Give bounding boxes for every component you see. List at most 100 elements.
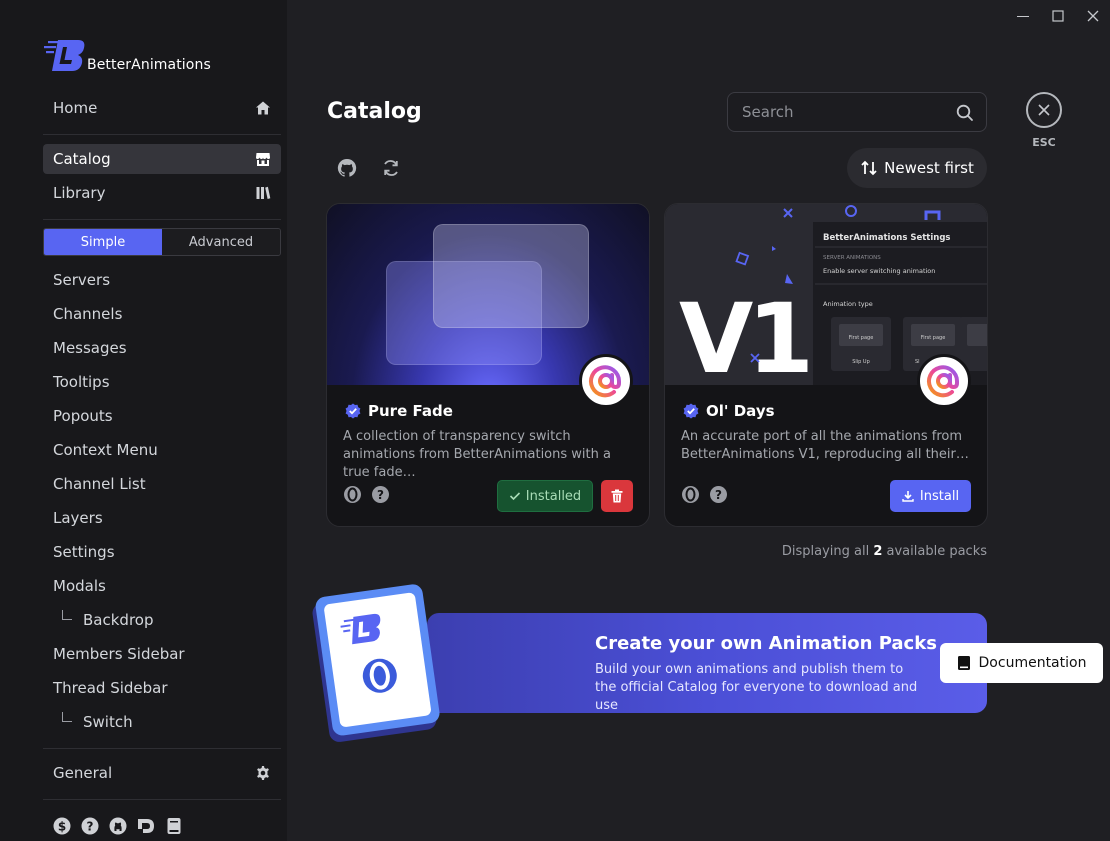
nav-backdrop[interactable]: Backdrop [62, 605, 281, 635]
sort-button[interactable]: Newest first [847, 148, 987, 188]
store-icon [256, 153, 270, 166]
pack-description: An accurate port of all the animations f… [681, 429, 969, 462]
nav-catalog-label: Catalog [53, 150, 111, 168]
verified-icon [345, 403, 361, 419]
app-name: BetterAnimations [87, 57, 211, 73]
nav-switch-label: Switch [83, 713, 133, 731]
pack-card[interactable]: Pure Fade A collection of transparency s… [326, 203, 650, 527]
tree-elbow [62, 610, 72, 620]
svg-text:?: ? [87, 820, 94, 834]
nav-switch[interactable]: Switch [62, 707, 281, 737]
mode-toggle: Simple Advanced [43, 228, 281, 256]
at-sign-icon [589, 365, 621, 398]
verified-icon [683, 403, 699, 419]
maximize-icon[interactable] [1050, 8, 1066, 24]
trash-icon [611, 489, 623, 503]
dollar-icon[interactable]: $ [53, 817, 71, 835]
nav-messages[interactable]: Messages [43, 333, 281, 363]
nav-settings[interactable]: Settings [43, 537, 281, 567]
home-icon [256, 101, 270, 115]
banner-slip-up: Slip Up [852, 359, 870, 365]
documentation-label: Documentation [978, 655, 1087, 671]
sort-icon [861, 160, 877, 176]
nav-layers[interactable]: Layers [43, 503, 281, 533]
install-label: Install [919, 488, 960, 504]
svg-text:?: ? [715, 488, 722, 502]
nav-servers[interactable]: Servers [43, 265, 281, 295]
book-icon [957, 656, 970, 670]
nav-tooltips[interactable]: Tooltips [43, 367, 281, 397]
nav-members-sidebar[interactable]: Members Sidebar [43, 639, 281, 669]
divider [43, 219, 281, 220]
install-button[interactable]: Install [890, 480, 971, 512]
pack-source-icon[interactable] [681, 485, 700, 504]
banner-server-animations: SERVER ANIMATIONS [823, 255, 881, 261]
help-icon[interactable]: ? [81, 817, 99, 835]
nav-backdrop-label: Backdrop [83, 611, 154, 629]
sidebar: BetterAnimations Home Catalog Library Si… [0, 0, 287, 841]
author-avatar[interactable] [917, 354, 971, 408]
documentation-button[interactable]: Documentation [940, 643, 1103, 683]
nav-thread-sidebar[interactable]: Thread Sidebar [43, 673, 281, 703]
banner-partial-label: Sl [915, 359, 920, 365]
github-icon[interactable] [109, 817, 127, 835]
fade-rect-front [433, 224, 589, 328]
nav-home[interactable]: Home [43, 93, 281, 123]
page-title: Catalog [327, 99, 422, 124]
count-prefix: Displaying all [781, 544, 870, 559]
pack-meta-icons: ? [343, 485, 390, 504]
nav-library-label: Library [53, 184, 106, 202]
main-content: Catalog ESC Newest first Pure Fade A col… [287, 0, 1110, 841]
pack-card[interactable]: BetterAnimations Settings SERVER ANIMATI… [664, 203, 988, 527]
mode-simple-button[interactable]: Simple [44, 229, 162, 255]
uninstall-button[interactable] [601, 480, 633, 512]
nav-modals[interactable]: Modals [43, 571, 281, 601]
pack-meta-icons: ? [681, 485, 728, 504]
banner-animation-type: Animation type [823, 300, 873, 308]
nav-general[interactable]: General [43, 758, 281, 788]
pack-source-icon[interactable] [343, 485, 362, 504]
pack-title-row: Pure Fade [345, 402, 453, 420]
author-avatar[interactable] [579, 354, 633, 408]
installed-label: Installed [525, 488, 582, 504]
nav-home-label: Home [53, 99, 98, 117]
help-icon[interactable]: ? [371, 485, 390, 504]
gear-icon [257, 766, 269, 780]
pack-title: Ol' Days [706, 402, 775, 420]
nav-channel-list[interactable]: Channel List [43, 469, 281, 499]
search-icon[interactable] [956, 104, 974, 122]
discord-icon[interactable] [137, 817, 155, 835]
banner-settings-title: BetterAnimations Settings [823, 233, 950, 243]
sort-label: Newest first [884, 159, 974, 177]
mode-advanced-button[interactable]: Advanced [162, 229, 280, 255]
nav-popouts[interactable]: Popouts [43, 401, 281, 431]
divider [43, 134, 281, 135]
help-icon[interactable]: ? [709, 485, 728, 504]
at-sign-icon [927, 365, 959, 398]
promo-banner: Create your own Animation Packs Build yo… [427, 613, 1103, 713]
banner-enable-switch: Enable server switching animation [823, 267, 935, 275]
logo-icon [44, 40, 85, 71]
nav-context-menu[interactable]: Context Menu [43, 435, 281, 465]
search-input[interactable] [742, 103, 942, 121]
close-window-icon[interactable] [1085, 8, 1101, 24]
svg-text:?: ? [377, 488, 384, 502]
close-icon [1038, 104, 1050, 116]
tree-elbow [62, 712, 72, 722]
banner-first-page: First page [921, 335, 946, 341]
installed-button[interactable]: Installed [497, 480, 593, 512]
book-icon[interactable] [165, 817, 183, 835]
app-logo: BetterAnimations [44, 38, 211, 74]
pack-description: A collection of transparency switch anim… [343, 429, 611, 480]
refresh-icon[interactable] [381, 158, 401, 178]
nav-library[interactable]: Library [43, 178, 281, 208]
promo-illustration [312, 584, 440, 742]
esc-button[interactable] [1026, 92, 1062, 128]
nav-general-label: General [53, 764, 113, 782]
footer-links: $ ? [53, 817, 183, 835]
nav-channels[interactable]: Channels [43, 299, 281, 329]
minimize-icon[interactable] [1015, 8, 1031, 24]
pack-title-row: Ol' Days [683, 402, 775, 420]
github-icon[interactable] [337, 158, 357, 178]
nav-catalog[interactable]: Catalog [43, 144, 281, 174]
